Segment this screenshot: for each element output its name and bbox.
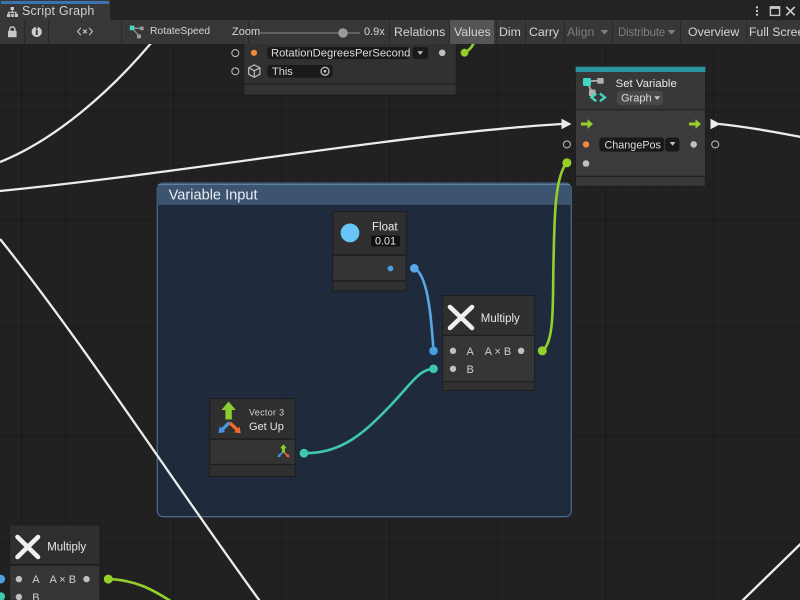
svg-text:Set Variable: Set Variable bbox=[616, 78, 677, 90]
svg-text:A × B: A × B bbox=[485, 346, 512, 358]
svg-text:Float: Float bbox=[372, 222, 398, 234]
svg-text:Multiply: Multiply bbox=[47, 542, 86, 554]
svg-text:This: This bbox=[272, 66, 293, 78]
svg-text:A: A bbox=[32, 574, 40, 586]
svg-text:ChangePos: ChangePos bbox=[605, 139, 662, 151]
svg-text:Multiply: Multiply bbox=[481, 313, 520, 325]
svg-text:B: B bbox=[32, 592, 39, 600]
svg-text:B: B bbox=[467, 364, 474, 376]
svg-text:Vector 3: Vector 3 bbox=[249, 407, 284, 417]
svg-text:Graph: Graph bbox=[621, 93, 652, 105]
svg-text:A × B: A × B bbox=[50, 574, 77, 586]
svg-text:Get Up: Get Up bbox=[249, 421, 284, 433]
svg-text:Variable Input: Variable Input bbox=[169, 188, 258, 204]
svg-text:RotationDegreesPerSecond: RotationDegreesPerSecond bbox=[271, 48, 410, 60]
svg-text:0.01: 0.01 bbox=[375, 236, 396, 248]
svg-text:A: A bbox=[467, 346, 475, 358]
